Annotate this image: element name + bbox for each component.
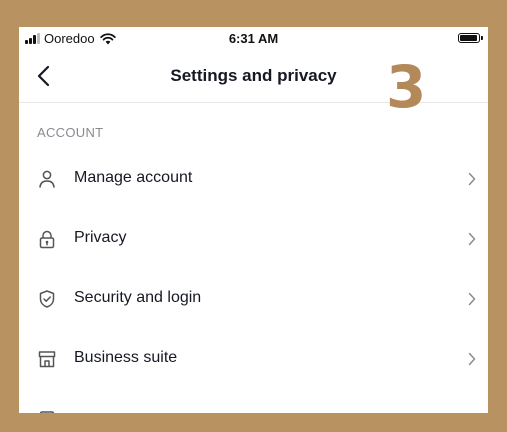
chevron-right-icon [468, 232, 476, 246]
chevron-right-icon [468, 292, 476, 306]
step-number-overlay: 3 [386, 53, 427, 121]
battery-icon [458, 33, 483, 43]
list-item-label: Manage account [74, 169, 193, 186]
status-bar: Ooredoo 6:31 AM [19, 27, 488, 49]
list-item-partial[interactable] [19, 389, 488, 413]
lock-icon [39, 230, 55, 249]
section-header-account: ACCOUNT [37, 125, 104, 140]
chevron-right-icon [468, 352, 476, 366]
storefront-icon [38, 351, 56, 368]
list-item-label: Privacy [74, 229, 127, 246]
partial-item-icon [39, 411, 55, 413]
list-item-manage-account[interactable]: Manage account [19, 149, 488, 209]
settings-list: Manage account Privacy Security and logi… [19, 149, 488, 413]
person-icon [39, 170, 55, 188]
list-item-security-login[interactable]: Security and login [19, 269, 488, 329]
list-item-label: Security and login [74, 289, 202, 306]
shield-check-icon [39, 290, 55, 308]
list-item-privacy[interactable]: Privacy [19, 209, 488, 269]
chevron-right-icon [468, 172, 476, 186]
status-time: 6:31 AM [228, 31, 279, 46]
list-item-label: Business suite [74, 349, 178, 366]
list-item-business-suite[interactable]: Business suite [19, 329, 488, 389]
